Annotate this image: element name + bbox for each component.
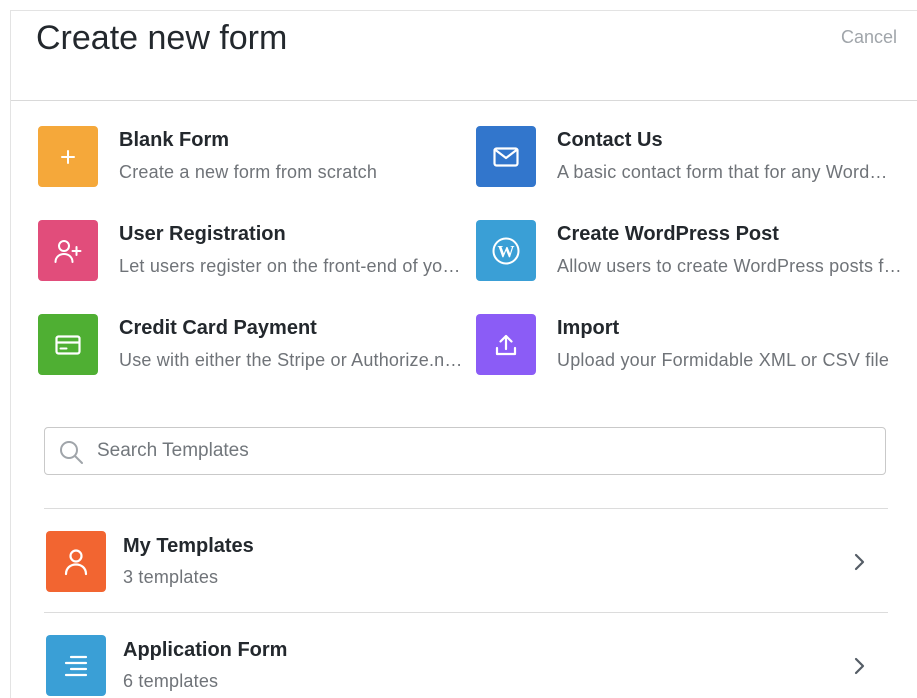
search-box [44, 427, 886, 475]
option-title: Import [557, 317, 620, 339]
user-plus-icon [38, 220, 98, 281]
user-icon [46, 531, 106, 592]
option-title: Create WordPress Post [557, 223, 779, 245]
create-form-modal: Create new form Cancel Blank Form Create… [10, 10, 917, 698]
option-import[interactable]: Import Upload your Formidable XML or CSV… [476, 314, 916, 376]
option-description: A basic contact form that for any WordPr… [557, 162, 897, 182]
page-title: Create new form [36, 19, 288, 57]
credit-card-icon [38, 314, 98, 375]
category-title: Application Form [123, 639, 288, 661]
option-description: Create a new form from scratch [119, 162, 378, 182]
option-title: User Registration [119, 223, 286, 245]
divider [44, 612, 888, 613]
upload-icon [476, 314, 536, 375]
category-application-form[interactable]: Application Form 6 templates [44, 635, 888, 698]
option-user-registration[interactable]: User Registration Let users register on … [38, 220, 478, 282]
option-description: Upload your Formidable XML or CSV file [557, 350, 890, 370]
search-icon [60, 441, 83, 464]
option-description: Let users register on the front-end of y… [119, 256, 469, 276]
category-title: My Templates [123, 535, 254, 557]
category-my-templates[interactable]: My Templates 3 templates [44, 531, 888, 603]
option-contact-us[interactable]: Contact Us A basic contact form that for… [476, 126, 916, 188]
divider [44, 508, 888, 509]
envelope-icon [476, 126, 536, 187]
modal-header: Create new form Cancel [11, 11, 917, 101]
chevron-right-icon [854, 553, 865, 571]
category-count: 6 templates [123, 671, 219, 691]
search-input[interactable] [97, 428, 867, 474]
option-description: Use with either the Stripe or Authorize.… [119, 350, 469, 370]
option-description: Allow users to create WordPress posts fr… [557, 256, 902, 276]
wordpress-icon: W [476, 220, 536, 281]
category-count: 3 templates [123, 567, 219, 587]
svg-text:W: W [498, 242, 515, 261]
chevron-right-icon [854, 657, 865, 675]
option-credit-card-payment[interactable]: Credit Card Payment Use with either the … [38, 314, 478, 376]
plus-icon [38, 126, 98, 187]
list-icon [46, 635, 106, 696]
option-title: Credit Card Payment [119, 317, 317, 339]
option-title: Blank Form [119, 129, 230, 151]
option-title: Contact Us [557, 129, 663, 151]
option-blank-form[interactable]: Blank Form Create a new form from scratc… [38, 126, 478, 188]
cancel-button[interactable]: Cancel [841, 27, 897, 48]
option-create-wordpress-post[interactable]: W Create WordPress Post Allow users to c… [476, 220, 916, 282]
